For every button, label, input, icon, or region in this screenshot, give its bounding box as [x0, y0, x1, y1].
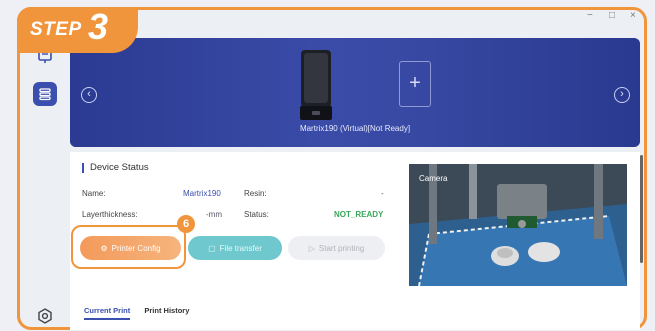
sidebar-item-printer[interactable]: [33, 82, 57, 106]
layer-thickness-value: -mm: [206, 210, 222, 219]
start-printing-button[interactable]: ▷ Start printing: [288, 236, 385, 260]
file-icon: ▢: [208, 243, 216, 253]
device-status-title: Device Status: [82, 163, 149, 173]
step-banner: STEP 3: [17, 6, 138, 53]
name-label: Name:: [82, 189, 106, 198]
callout-highlight: [71, 225, 186, 269]
camera-label: Camera: [419, 174, 448, 183]
stack-icon: [39, 88, 51, 101]
scrollbar[interactable]: [640, 155, 643, 263]
sidebar-item-settings[interactable]: [33, 304, 57, 328]
add-printer-button[interactable]: +: [399, 61, 431, 107]
name-value: Martrix190: [183, 189, 221, 198]
printer-image[interactable]: [298, 48, 334, 122]
minimize-button[interactable]: −: [587, 10, 593, 21]
start-printing-label: Start printing: [318, 243, 365, 253]
file-transfer-label: File transfer: [219, 243, 262, 253]
tab-current-print[interactable]: Current Print: [84, 306, 131, 320]
tab-print-history[interactable]: Print History: [144, 306, 189, 315]
gear-icon: [38, 308, 52, 324]
layer-thickness-label: Layerthickness:: [82, 210, 138, 219]
play-icon: ▷: [308, 243, 315, 253]
callout-badge: 6: [177, 215, 195, 233]
resin-label: Resin:: [244, 189, 267, 198]
camera-view: Camera: [409, 164, 627, 286]
status-label: Status:: [244, 210, 269, 219]
sidebar: [28, 30, 62, 327]
printer-label: Martrix190 (Virtual)[Not Ready]: [299, 124, 411, 133]
step-number: 3: [88, 6, 109, 47]
step-word: STEP: [30, 19, 82, 40]
printer-carousel: ‹ › + Martrix190 (Virtual)[Not Ready]: [70, 38, 640, 147]
file-transfer-button[interactable]: ▢ File transfer: [188, 236, 282, 260]
carousel-prev-button[interactable]: ‹: [81, 87, 97, 103]
print-tabs: Current Print Print History: [84, 306, 189, 320]
resin-value: -: [381, 189, 384, 198]
close-button[interactable]: ×: [630, 10, 636, 21]
carousel-next-button[interactable]: ›: [614, 87, 630, 103]
maximize-button[interactable]: □: [609, 10, 615, 21]
status-badge: NOT_READY: [334, 210, 384, 219]
